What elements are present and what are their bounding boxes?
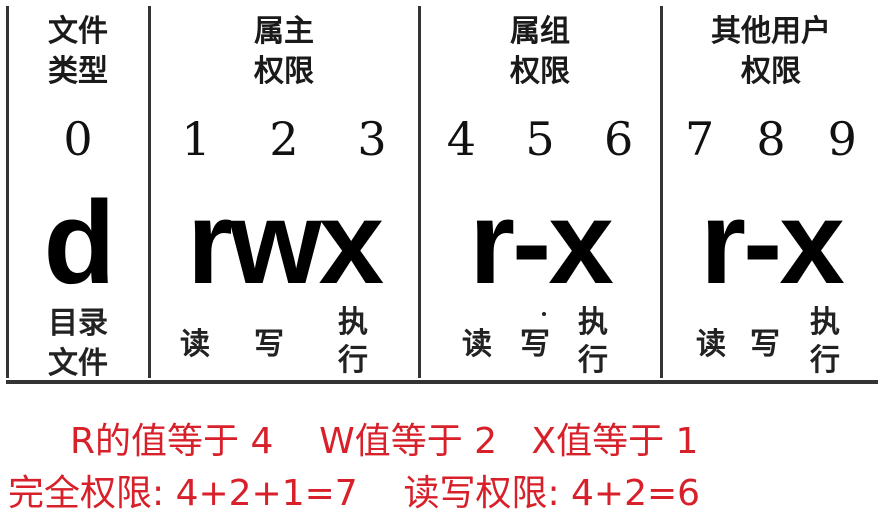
- digit: 8: [756, 112, 786, 166]
- note-line-1: R的值等于 4 W值等于 2 X值等于 1: [70, 421, 699, 462]
- column-owner: 属主 权限 1 2 3 rwx 读 写 执 行: [152, 0, 416, 380]
- digit: 9: [827, 112, 857, 166]
- divider-3: [660, 6, 663, 378]
- digit: 7: [685, 112, 715, 166]
- permission-symbol: r-x: [469, 177, 614, 309]
- digit: 0: [63, 112, 93, 166]
- op-execute: 执 行: [578, 305, 608, 378]
- op-write: 写: [520, 327, 550, 362]
- digit: 1: [181, 112, 211, 166]
- digit: 3: [357, 112, 387, 166]
- digit-row: 1 2 3: [152, 112, 416, 166]
- op-execute: 执 行: [810, 305, 840, 378]
- permission-symbol: d: [43, 177, 115, 309]
- digit-row: 4 5 6: [422, 112, 658, 166]
- digit-row: 0: [10, 112, 146, 166]
- op-read: 读: [462, 327, 492, 362]
- permission-diagram: 文件 类型 0 d 目录 文件 属主 权限 1 2 3 rwx 读 写 执 行 …: [0, 0, 882, 395]
- permission-symbol: r-x: [700, 177, 845, 309]
- op-execute: 执 行: [338, 305, 368, 378]
- op-row: 读 写 执 行: [422, 304, 658, 384]
- digit: 2: [269, 112, 299, 166]
- column-file-type: 文件 类型 0 d 目录 文件: [10, 0, 146, 381]
- digit: 4: [446, 112, 476, 166]
- op-read: 读: [180, 327, 210, 362]
- column-header: 属组 权限: [510, 14, 570, 89]
- column-header: 文件 类型: [48, 14, 108, 89]
- stray-dot: [542, 312, 546, 316]
- divider-1: [148, 6, 151, 378]
- op-write: 写: [750, 327, 780, 362]
- column-header: 其他用户 权限: [711, 14, 831, 89]
- op-row: 读 写 执 行: [664, 304, 878, 384]
- column-group: 属组 权限 4 5 6 r-x 读 写 执 行: [422, 0, 658, 380]
- op-row: 读 写 执 行: [152, 304, 416, 384]
- permission-symbol: rwx: [186, 177, 384, 309]
- divider-2: [418, 6, 421, 378]
- op-read: 读: [696, 327, 726, 362]
- note-line-2: 完全权限: 4+2+1=7 读写权限: 4+2=6: [8, 473, 701, 514]
- digit-row: 7 8 9: [664, 112, 878, 166]
- column-header: 属主 权限: [254, 14, 314, 89]
- type-description: 目录 文件: [48, 306, 108, 381]
- digit: 6: [604, 112, 634, 166]
- op-write: 写: [254, 327, 284, 362]
- digit: 5: [525, 112, 555, 166]
- divider-left: [6, 6, 9, 378]
- column-others: 其他用户 权限 7 8 9 r-x 读 写 执 行: [664, 0, 878, 380]
